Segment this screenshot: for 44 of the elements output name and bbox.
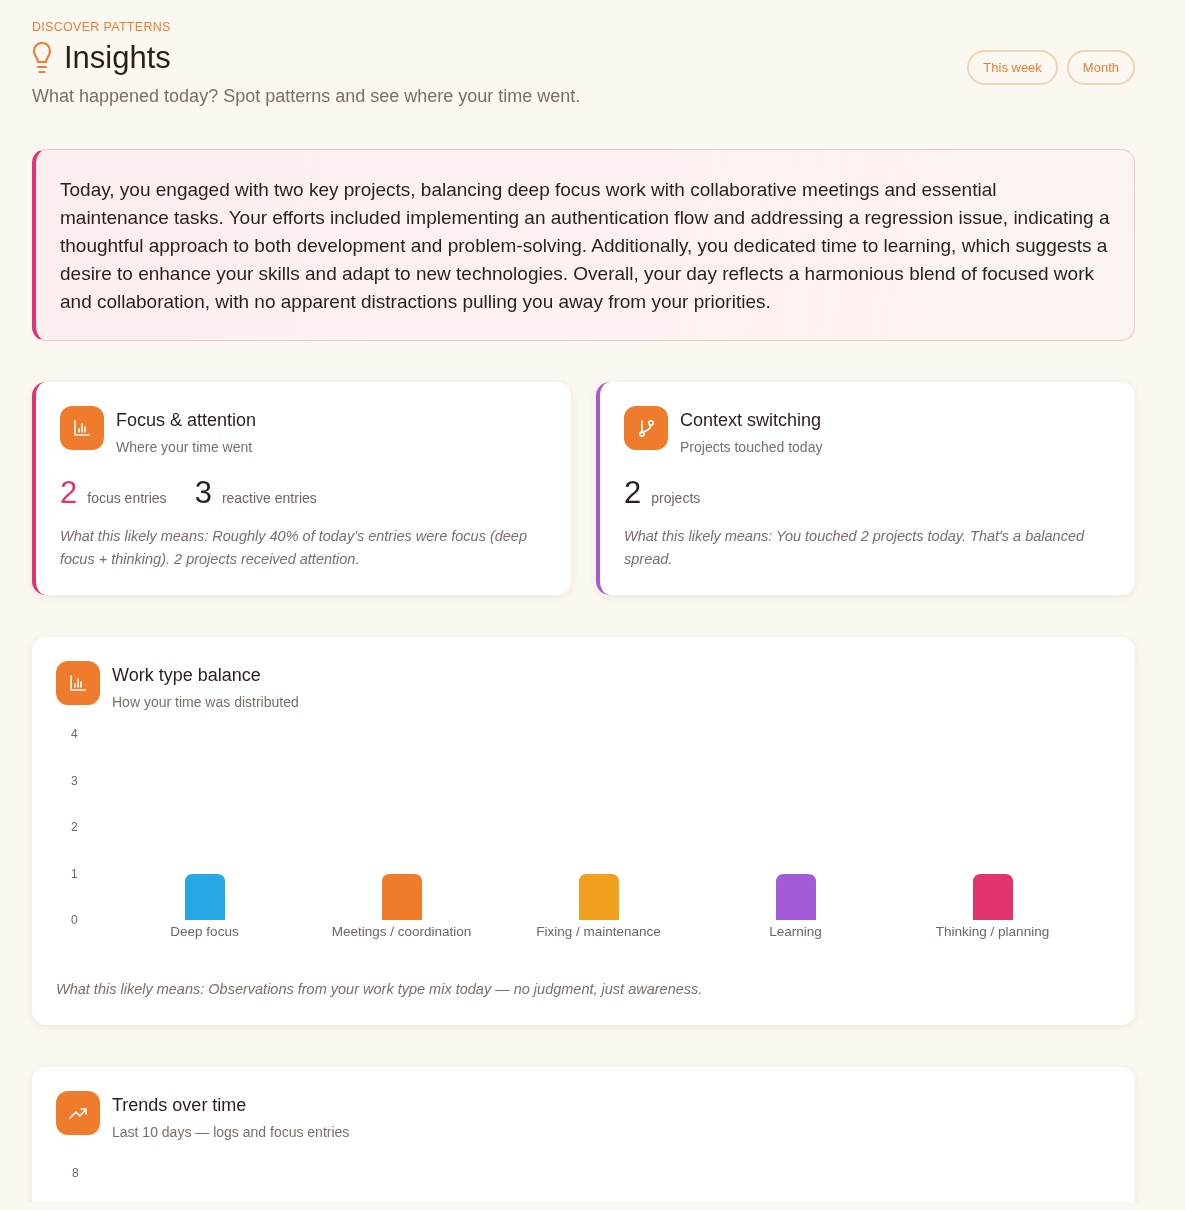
card-subtitle: How your time was distributed xyxy=(112,694,299,710)
stat-value: 3 xyxy=(194,475,212,511)
axis-tick-label: 3 xyxy=(71,773,78,788)
axis-tick-label: 1 xyxy=(71,866,78,881)
axis-category-label: Deep focus xyxy=(169,924,240,939)
bar xyxy=(972,873,1013,920)
page-title: Insights xyxy=(64,40,171,76)
axis-tick-label: 0 xyxy=(71,913,78,927)
bar-chart-icon xyxy=(56,661,100,705)
axis-tick-label: 8 xyxy=(72,1166,80,1180)
stat-label: projects xyxy=(651,490,701,506)
stat-value: 2 xyxy=(60,475,78,511)
summary-text: Today, you engaged with two key projects, balancing deep focus work with collaborative meetings and essential maintenance tasks. Your efforts included implementing an authentication flow and addressing a regression issue, indicating a thoughtful approach to both development and problem-solving. Additionally, you dedicated time to learning, which suggests a desire to enhance your skills and adapt to new technologies. Overall, your day reflects a harmonious blend of focused work and collaboration, with no apparent distractions pulling you away from your priorities. xyxy=(32,149,1135,341)
card-title: Context switching xyxy=(680,410,823,431)
axis-tick-label: 2 xyxy=(71,820,78,834)
range-button[interactable]: Month xyxy=(1066,50,1135,85)
card-subtitle: Last 10 days — logs and focus entries xyxy=(112,1124,350,1140)
section-eyebrow: DISCOVER PATTERNS xyxy=(32,20,172,34)
axis-category-label: Thinking / planning xyxy=(934,924,1051,939)
bar xyxy=(578,873,619,920)
axis-category-label: Fixing / maintenance xyxy=(535,924,662,939)
axis-category-label: Meetings / coordination xyxy=(330,924,473,939)
card-title: Focus & attention xyxy=(116,410,257,431)
axis-tick-label: 4 xyxy=(71,727,78,741)
card-note: What this likely means: You touched 2 projects today. That's a balanced spread. xyxy=(624,527,1086,569)
page-subtitle: What happened today? Spot patterns and see where your time went. xyxy=(32,86,581,107)
card-subtitle: Where your time went xyxy=(116,439,254,455)
card-title: Trends over time xyxy=(112,1095,248,1116)
axis-category-label: Learning xyxy=(768,924,823,939)
card-subtitle: Projects touched today xyxy=(680,439,823,455)
bar-chart-icon xyxy=(60,406,104,450)
range-button[interactable]: This week xyxy=(967,50,1058,85)
bar xyxy=(381,873,422,920)
branch-icon xyxy=(624,406,668,450)
bar xyxy=(775,873,816,920)
stat-label: focus entries xyxy=(87,490,167,506)
trend-up-icon xyxy=(56,1091,100,1135)
card-note: What this likely means: Roughly 40% of today's entries were focus (deep focus + thinking). 2 projects received attention. xyxy=(60,527,528,569)
stat-value: 2 xyxy=(624,475,642,511)
card-title: Work type balance xyxy=(112,665,262,686)
bar xyxy=(184,873,225,920)
card-note: What this likely means: Observations from your work type mix today — no judgment, just awareness. xyxy=(56,980,704,999)
lightbulb-icon xyxy=(32,42,52,74)
stat-label: reactive entries xyxy=(221,490,317,506)
